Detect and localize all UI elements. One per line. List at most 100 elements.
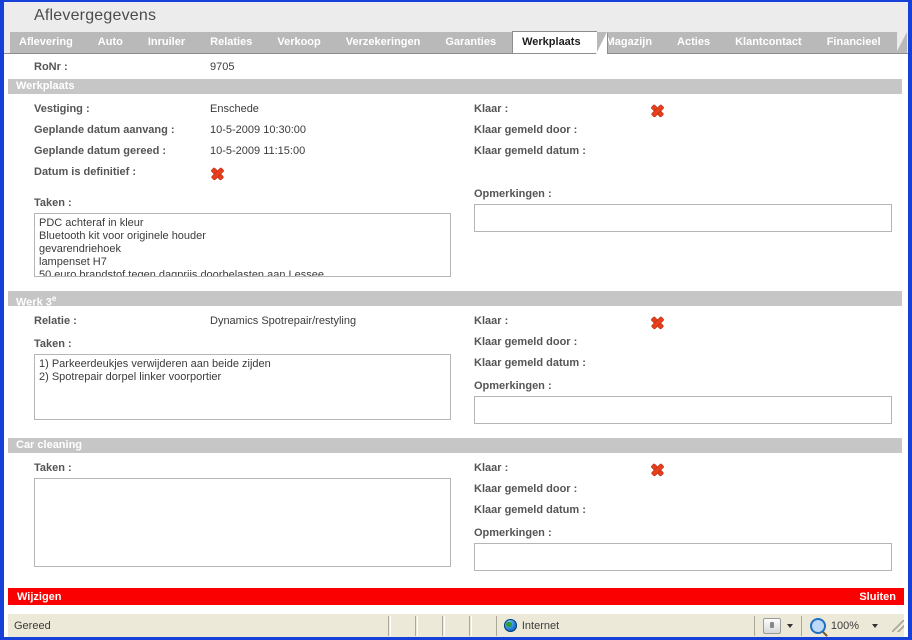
- vestiging-value: Enschede: [210, 103, 259, 115]
- tab-werkplaats[interactable]: Werkplaats: [512, 31, 608, 54]
- relatie-label: Relatie :: [34, 315, 77, 327]
- tab-auto[interactable]: Auto: [88, 32, 151, 53]
- field-klaar-gemeld-door: Klaar gemeld door :: [474, 483, 908, 504]
- section-werk-3e-body: Relatie : Dynamics Spotrepair/restyling …: [4, 315, 908, 424]
- tab-panel-werkplaats: RoNr : 9705 Werkplaats Vestiging : Ensch…: [4, 55, 908, 583]
- taken-line: gevarendriehoek: [39, 243, 121, 255]
- browser-window: Aflevergegevens Aflevering Auto Inruiler…: [0, 0, 912, 640]
- klaar-gemeld-datum-label: Klaar gemeld datum :: [474, 504, 586, 516]
- werkplaats-taken-textarea[interactable]: PDC achteraf in kleur Bluetooth kit voor…: [34, 213, 451, 277]
- ronr-label: RoNr :: [34, 61, 68, 73]
- security-zone-label: Internet: [521, 619, 560, 632]
- action-bar: Wijzigen Sluiten: [8, 588, 904, 605]
- werk-3e-left-column: Relatie : Dynamics Spotrepair/restyling …: [4, 315, 474, 424]
- title-bar: Aflevergegevens: [4, 2, 908, 32]
- relatie-value: Dynamics Spotrepair/restyling: [210, 315, 357, 327]
- werk-3e-opmerkingen-label: Opmerkingen :: [474, 380, 552, 392]
- tab-strip: Aflevering Auto Inruiler Relaties Verkoo…: [4, 31, 908, 54]
- tab-klantcontact[interactable]: Klantcontact: [726, 32, 830, 53]
- car-cleaning-opmerkingen-label: Opmerkingen :: [474, 527, 552, 539]
- werkplaats-opmerkingen-label: Opmerkingen :: [474, 188, 552, 200]
- red-cross-icon: [650, 462, 664, 476]
- red-cross-icon: [650, 315, 664, 329]
- magnifier-icon: [809, 617, 826, 634]
- security-zone-indicator[interactable]: Internet: [495, 615, 754, 636]
- field-vestiging: Vestiging : Enschede: [4, 103, 474, 124]
- field-klaar: Klaar :: [474, 462, 908, 483]
- werkplaats-taken-label: Taken :: [34, 197, 72, 209]
- status-separator: [414, 615, 418, 636]
- werk-3e-taken-textarea[interactable]: 1) Parkeerdeukjes verwijderen aan beide …: [34, 354, 451, 420]
- geplande-datum-aanvang-label: Geplande datum aanvang :: [34, 124, 175, 136]
- klaar-label: Klaar :: [474, 103, 509, 115]
- chevron-down-icon[interactable]: [872, 623, 878, 628]
- status-text: Gereed: [14, 619, 51, 632]
- ronr-row: RoNr : 9705: [4, 55, 908, 79]
- field-klaar: Klaar :: [474, 103, 908, 124]
- car-cleaning-left-column: Taken :: [4, 462, 474, 571]
- field-geplande-datum-gereed: Geplande datum gereed : 10-5-2009 11:15:…: [4, 145, 474, 166]
- field-klaar-gemeld-datum: Klaar gemeld datum :: [474, 357, 908, 378]
- status-separator: [468, 615, 472, 636]
- zoom-level-label: 100%: [830, 619, 859, 632]
- geplande-datum-gereed-value: 10-5-2009 11:15:00: [210, 145, 306, 157]
- status-separator: [441, 615, 445, 636]
- red-cross-icon: [210, 166, 224, 180]
- werk-3e-right-column: Klaar : Klaar gemeld door : Klaar gemeld…: [474, 315, 908, 424]
- page-body: Aflevergegevens Aflevering Auto Inruiler…: [4, 2, 908, 609]
- werk-3e-taken-label: Taken :: [34, 338, 72, 350]
- resize-grip[interactable]: [892, 619, 904, 632]
- tab-relaties[interactable]: Relaties: [201, 32, 281, 53]
- tab-acties[interactable]: Acties: [668, 32, 739, 53]
- field-klaar-gemeld-datum: Klaar gemeld datum :: [474, 145, 908, 166]
- field-klaar-gemeld-datum: Klaar gemeld datum :: [474, 504, 908, 525]
- car-cleaning-taken-textarea[interactable]: [34, 478, 451, 567]
- field-datum-is-definitief: Datum is definitief :: [4, 166, 474, 187]
- field-geplande-datum-aanvang: Geplande datum aanvang : 10-5-2009 10:30…: [4, 124, 474, 145]
- werk-3e-header-text: Werk 3: [16, 296, 52, 309]
- status-bar: Gereed Internet 100%: [8, 613, 904, 637]
- werkplaats-left-column: Vestiging : Enschede Geplande datum aanv…: [4, 103, 474, 277]
- werkplaats-opmerkingen-textarea[interactable]: [474, 204, 892, 232]
- datum-is-definitief-label: Datum is definitief :: [34, 166, 137, 178]
- field-klaar-gemeld-door: Klaar gemeld door :: [474, 124, 908, 145]
- section-header-werk-3e: Werk 3e: [8, 291, 902, 309]
- klaar-gemeld-datum-label: Klaar gemeld datum :: [474, 357, 586, 369]
- chevron-down-icon[interactable]: [786, 623, 793, 628]
- red-cross-icon: [650, 103, 664, 117]
- klaar-label: Klaar :: [474, 315, 509, 327]
- car-cleaning-taken-label: Taken :: [34, 462, 72, 474]
- tab-verkoop[interactable]: Verkoop: [268, 32, 350, 53]
- section-car-cleaning-body: Taken : Klaar : Klaar gemeld door : Klaa: [4, 462, 908, 571]
- tab-garanties[interactable]: Garanties: [436, 32, 524, 53]
- zoom-control[interactable]: 100%: [800, 615, 888, 636]
- car-cleaning-right-column: Klaar : Klaar gemeld door : Klaar gemeld…: [474, 462, 908, 571]
- taken-line: 50 euro brandstof tegen dagprijs doorbel…: [39, 269, 324, 277]
- car-cleaning-opmerkingen-textarea[interactable]: [474, 543, 892, 571]
- sluiten-button[interactable]: Sluiten: [859, 591, 896, 603]
- tab-financieel[interactable]: Financieel: [817, 32, 908, 53]
- page-title: Aflevergegevens: [34, 7, 157, 24]
- taken-line: 2) Spotrepair dorpel linker voorportier: [39, 371, 222, 383]
- wijzigen-button[interactable]: Wijzigen: [17, 591, 62, 603]
- tab-aflevering[interactable]: Aflevering: [10, 32, 101, 53]
- field-relatie: Relatie : Dynamics Spotrepair/restyling: [4, 315, 474, 336]
- taken-line: Bluetooth kit voor originele houder: [39, 230, 206, 242]
- ronr-value: 9705: [210, 61, 235, 73]
- werkplaats-right-column: Klaar : Klaar gemeld door : Klaar gemeld…: [474, 103, 908, 277]
- vestiging-label: Vestiging :: [34, 103, 90, 115]
- status-separator: [387, 615, 391, 636]
- werk-3e-opmerkingen-textarea[interactable]: [474, 396, 892, 424]
- taken-line: PDC achteraf in kleur: [39, 217, 144, 229]
- klaar-gemeld-datum-label: Klaar gemeld datum :: [474, 145, 586, 157]
- tab-inruiler[interactable]: Inruiler: [138, 32, 214, 53]
- klaar-gemeld-door-label: Klaar gemeld door :: [474, 124, 578, 136]
- field-klaar: Klaar :: [474, 315, 908, 336]
- werk-3e-header-superscript: e: [51, 294, 57, 303]
- tab-verzekeringen[interactable]: Verzekeringen: [336, 32, 448, 53]
- protected-mode-control[interactable]: [753, 615, 801, 636]
- geplande-datum-aanvang-value: 10-5-2009 10:30:00: [210, 124, 307, 136]
- field-klaar-gemeld-door: Klaar gemeld door :: [474, 336, 908, 357]
- taken-line: 1) Parkeerdeukjes verwijderen aan beide …: [39, 358, 271, 370]
- globe-icon: [503, 619, 517, 632]
